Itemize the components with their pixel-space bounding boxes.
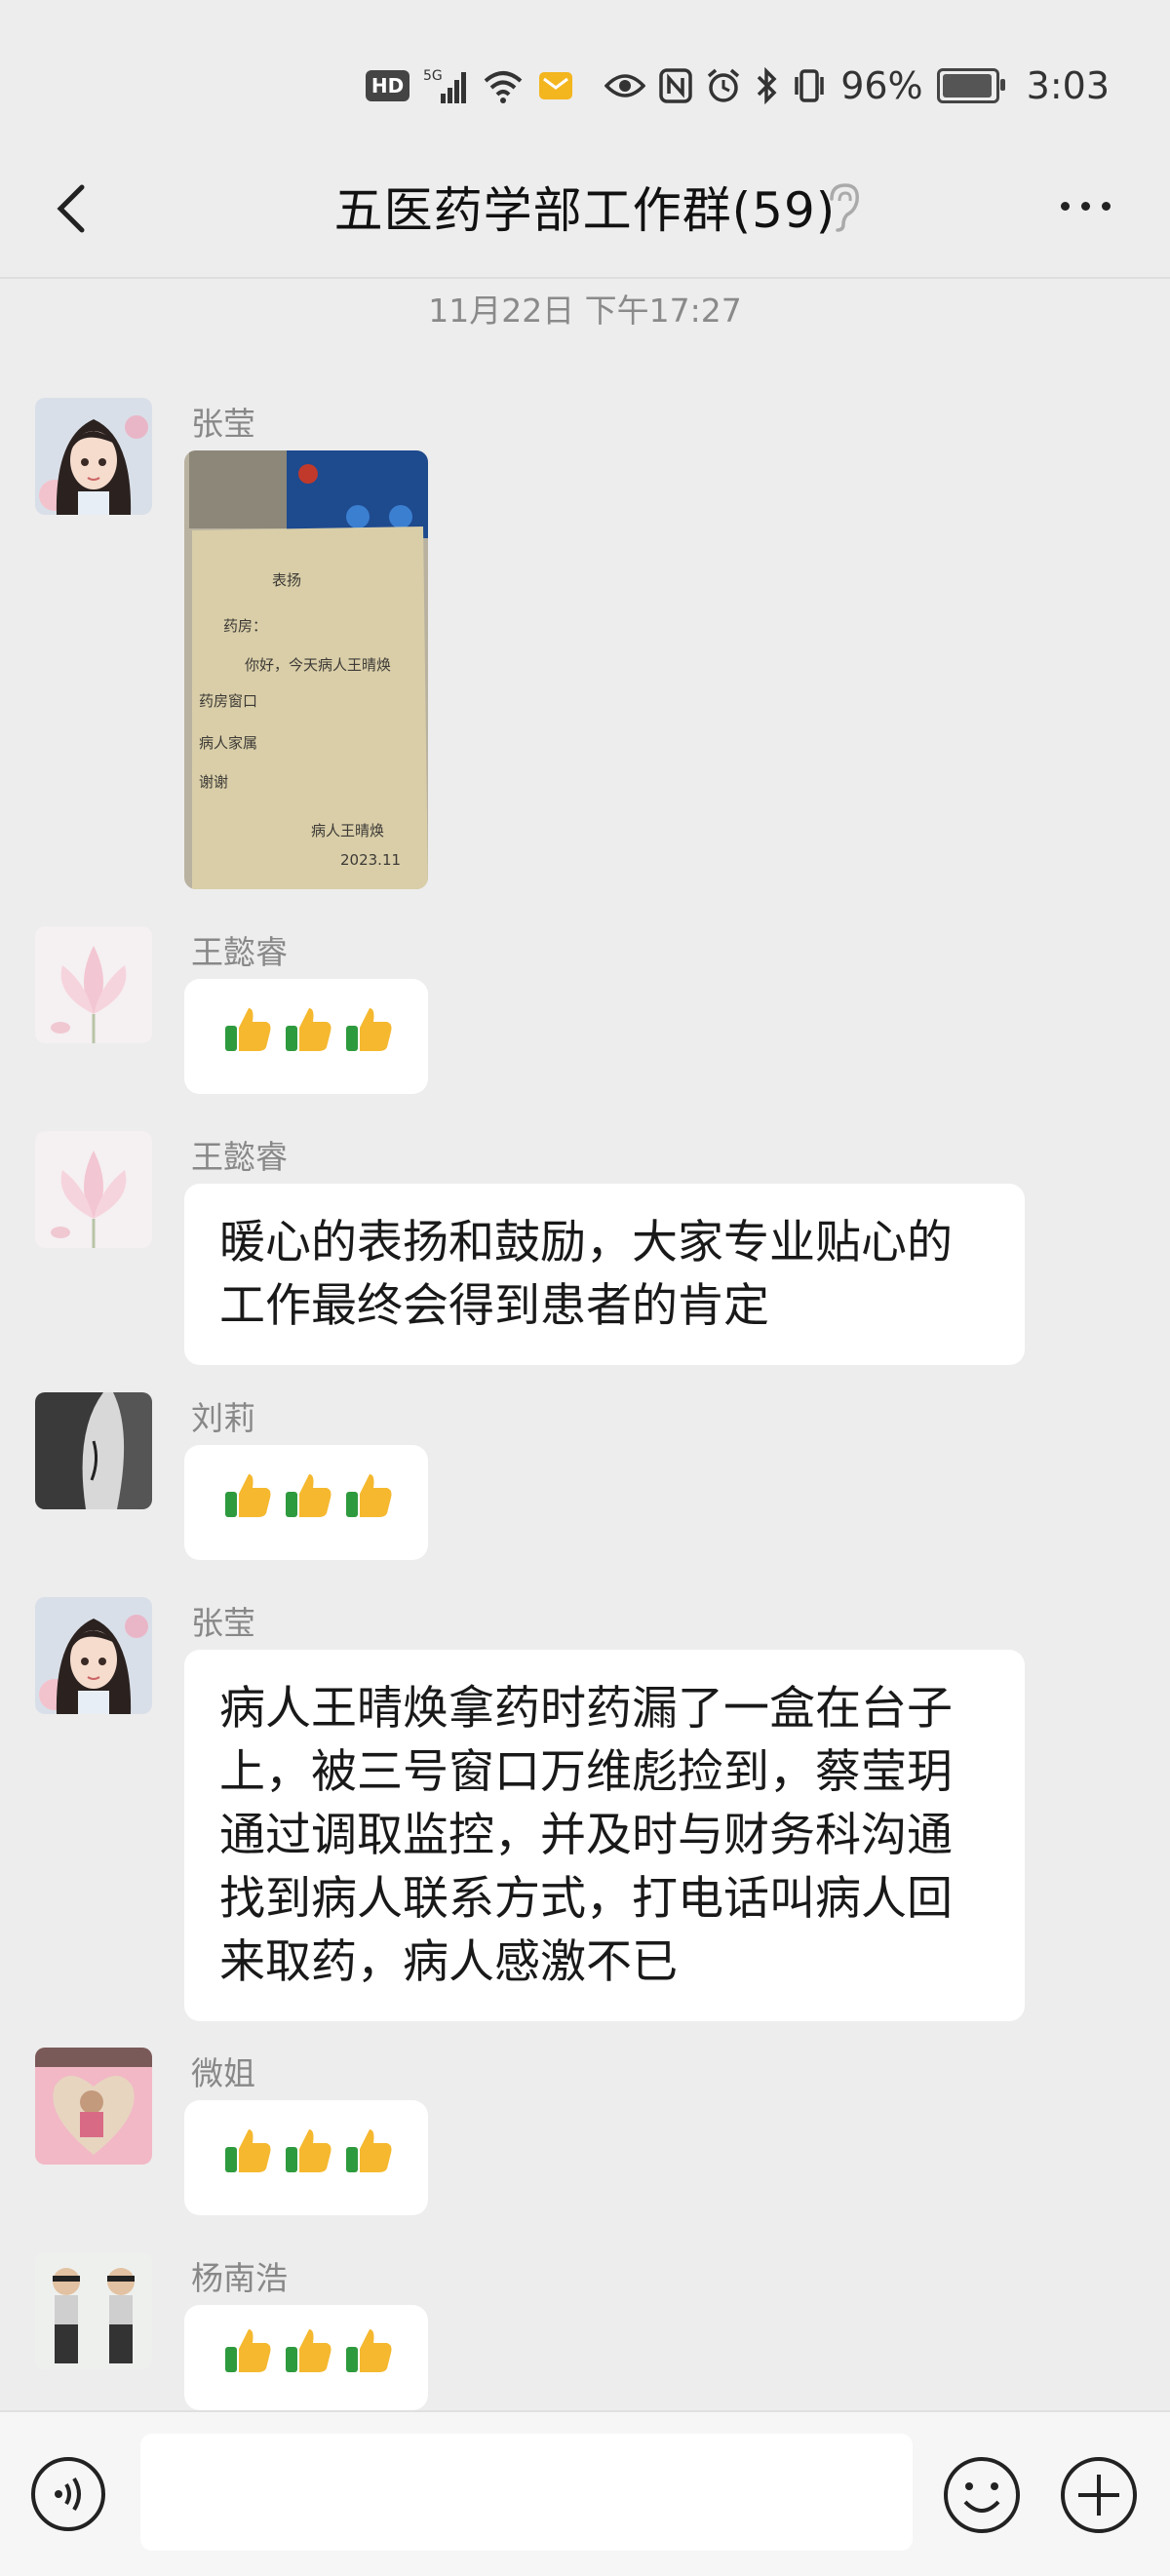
thumbs-up-icon <box>342 2124 395 2193</box>
emoji-bubble[interactable] <box>184 1445 428 1560</box>
sender-name: 王懿睿 <box>191 1138 288 1176</box>
mute-ear-icon <box>824 181 863 234</box>
thumbs-up-icon <box>221 1002 274 1072</box>
network-type: 5G <box>423 68 443 84</box>
thumbs-up-icon <box>342 2323 395 2393</box>
message-timestamp: 11月22日 下午17:27 <box>428 292 742 330</box>
input-bar <box>0 2410 1170 2576</box>
photo-text: 病人王晴焕 <box>311 822 384 839</box>
emoji-bubble[interactable] <box>184 979 428 1094</box>
vibrate-icon <box>792 69 827 102</box>
status-icons: HD 5G 96% 3:03 <box>365 64 1110 107</box>
avatar[interactable] <box>35 1131 152 1248</box>
sender-name: 刘莉 <box>191 1399 255 1437</box>
photo-text: 药房： <box>223 617 267 635</box>
avatar[interactable] <box>35 398 152 515</box>
avatar[interactable] <box>35 1392 152 1509</box>
battery-percent: 96% <box>840 64 923 107</box>
more-functions-button[interactable] <box>1059 2455 1139 2535</box>
sender-name: 张莹 <box>191 1604 255 1642</box>
battery-fill <box>942 74 992 98</box>
battery-icon <box>936 68 1005 103</box>
dot <box>1102 201 1111 211</box>
avatar[interactable] <box>35 2048 152 2165</box>
voice-icon <box>31 2457 105 2531</box>
text-bubble[interactable]: 暖心的表扬和鼓励，大家专业贴心的工作最终会得到患者的肯定 <box>184 1184 1025 1365</box>
hd-badge: HD <box>365 70 410 101</box>
thumbs-up-icon <box>221 2124 274 2193</box>
message-photo[interactable]: 表扬 药房： 你好，今天病人王晴焕 药房窗口 病人家属 谢谢 病人王晴焕 202… <box>184 450 428 889</box>
photo-text: 表扬 <box>272 571 301 589</box>
avatar-cartoon-girl-icon <box>35 398 152 515</box>
wifi-icon <box>482 67 525 104</box>
thumbs-up-icon <box>282 1468 334 1538</box>
avatar[interactable] <box>35 2252 152 2369</box>
avatar-cartoon-girl-icon <box>35 1597 152 1714</box>
emoji-button[interactable] <box>942 2455 1022 2535</box>
avatar[interactable] <box>35 926 152 1043</box>
thumbs-up-icon <box>282 2323 334 2393</box>
avatar-lotus-icon <box>35 1131 152 1248</box>
more-options-button[interactable] <box>1061 191 1119 220</box>
photo-text: 病人家属 <box>199 734 257 752</box>
avatar-lotus-icon <box>35 926 152 1043</box>
sender-name: 王懿睿 <box>191 933 288 971</box>
photo-text: 2023.11 <box>340 851 401 869</box>
emoji-face-icon <box>944 2457 1020 2533</box>
thumbs-up-icon <box>342 1468 395 1538</box>
thumbs-up-icon <box>282 2124 334 2193</box>
bluetooth-icon <box>755 67 778 104</box>
mail-notification-icon <box>538 71 573 100</box>
eye-icon <box>604 71 646 100</box>
alarm-icon <box>706 68 741 103</box>
sender-name: 微姐 <box>191 2054 255 2092</box>
sender-name: 杨南浩 <box>191 2259 288 2297</box>
emoji-bubble[interactable] <box>184 2100 428 2215</box>
avatar-two-kids-icon <box>35 2252 152 2369</box>
avatar-bw-photo-icon <box>35 1392 152 1509</box>
thumbs-up-icon <box>221 1468 274 1538</box>
thumbs-up-icon <box>282 1002 334 1072</box>
photo-text: 你好，今天病人王晴焕 <box>245 656 391 674</box>
thumbs-up-icon <box>221 2323 274 2393</box>
photo-text: 药房窗口 <box>199 692 257 710</box>
sender-name: 张莹 <box>191 405 255 443</box>
dot <box>1081 201 1090 211</box>
avatar-heart-photo-icon <box>35 2048 152 2165</box>
clock-time: 3:03 <box>1026 64 1110 107</box>
voice-button[interactable] <box>29 2455 107 2533</box>
nfc-icon <box>659 68 692 103</box>
emoji-bubble[interactable] <box>184 2305 428 2410</box>
photo-text: 谢谢 <box>199 773 228 791</box>
signal-icon: 5G <box>423 66 468 105</box>
thumbs-up-icon <box>342 1002 395 1072</box>
dot <box>1061 201 1070 211</box>
plus-icon <box>1061 2457 1137 2533</box>
group-title: 五医药学部工作群(59) <box>333 182 837 239</box>
chat-header: 五医药学部工作群(59) <box>0 137 1170 279</box>
text-bubble[interactable]: 病人王晴焕拿药时药漏了一盒在台子上，被三号窗口万维彪捡到，蔡莹玥通过调取监控，并… <box>184 1650 1025 2021</box>
avatar[interactable] <box>35 1597 152 1714</box>
message-input[interactable] <box>140 2434 913 2551</box>
